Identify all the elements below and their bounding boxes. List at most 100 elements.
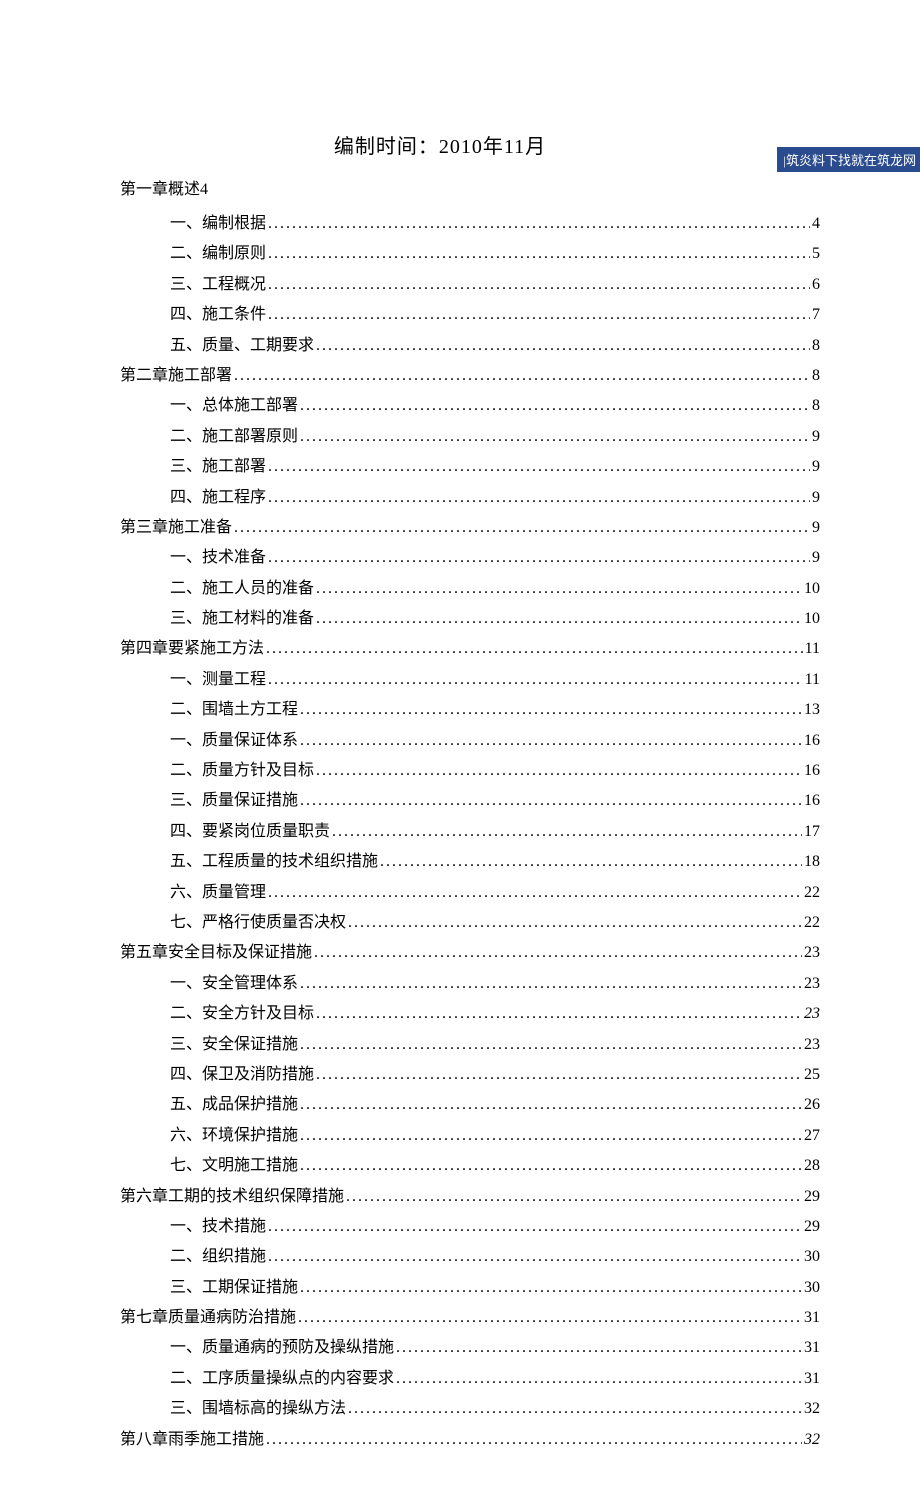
toc-leader-dots xyxy=(268,209,810,239)
toc-leader-dots xyxy=(396,1364,802,1394)
toc-leader-dots xyxy=(300,1121,802,1151)
toc-sub-row: 五、工程质量的技术组织措施 18 xyxy=(170,847,820,877)
toc-entry-label: 一、测量工程 xyxy=(170,665,266,695)
toc-leader-dots xyxy=(380,847,802,877)
toc-sub-row: 一、质量保证体系 16 xyxy=(170,726,820,756)
toc-entry-label: 二、组织措施 xyxy=(170,1242,266,1272)
toc-entry-label: 二、施工部署原则 xyxy=(170,422,298,452)
toc-leader-dots xyxy=(348,1394,802,1424)
toc-sub-row: 五、成品保护措施26 xyxy=(170,1090,820,1120)
toc-page-number: 8 xyxy=(812,331,820,361)
toc-sub-row: 一、安全管理体系23 xyxy=(170,969,820,999)
toc-leader-dots xyxy=(268,452,810,482)
toc-page-number: 10 xyxy=(804,604,820,634)
toc-sub-row: 二、编制原则5 xyxy=(170,239,820,269)
toc-page-number: 7 xyxy=(812,300,820,330)
toc-leader-dots xyxy=(316,999,802,1029)
toc-leader-dots xyxy=(266,1425,802,1455)
toc-entry-label: 七、严格行使质量否决权 xyxy=(170,908,346,938)
toc-sub-row: 二、施工人员的准备10 xyxy=(170,574,820,604)
toc-page-number: 18 xyxy=(804,847,820,877)
toc-entry-label: 二、工序质量操纵点的内容要求 xyxy=(170,1364,394,1394)
toc-entry-label: 三、施工材料的准备 xyxy=(170,604,314,634)
toc-sub-row: 三、施工材料的准备 10 xyxy=(170,604,820,634)
toc-entry-label: 五、工程质量的技术组织措施 xyxy=(170,847,378,877)
toc-leader-dots xyxy=(268,1212,802,1242)
toc-chapter-row: 第二章施工部署 8 xyxy=(120,361,820,391)
toc-sub-row: 四、保卫及消防措施25 xyxy=(170,1060,820,1090)
toc-leader-dots xyxy=(346,1182,802,1212)
toc-chapter-row: 第三章施工准备9 xyxy=(120,513,820,543)
toc-entry-label: 六、环境保护措施 xyxy=(170,1121,298,1151)
toc-sub-row: 六、环境保护措施 27 xyxy=(170,1121,820,1151)
toc-sub-row: 三、工程概况6 xyxy=(170,270,820,300)
toc-page-number: 27 xyxy=(804,1121,820,1151)
toc-sub-row: 一、技术措施29 xyxy=(170,1212,820,1242)
toc-entry-label: 三、工期保证措施 xyxy=(170,1273,298,1303)
toc-sub-row: 二、工序质量操纵点的内容要求31 xyxy=(170,1364,820,1394)
toc-entry-label: 五、质量、工期要求 xyxy=(170,331,314,361)
toc-page-number: 16 xyxy=(804,726,820,756)
toc-sub-row: 二、组织措施 30 xyxy=(170,1242,820,1272)
toc-leader-dots xyxy=(266,634,803,664)
toc-sub-row: 四、施工程序9 xyxy=(170,483,820,513)
toc-sub-row: 三、质量保证措施16 xyxy=(170,786,820,816)
watermark-badge: |筑炎料下找就在筑龙网 xyxy=(777,147,920,172)
toc-entry-label: 第二章施工部署 xyxy=(120,361,232,391)
toc-sub-row: 二、安全方针及目标 23 xyxy=(170,999,820,1029)
toc-page-number: 30 xyxy=(804,1273,820,1303)
toc-page-number: 8 xyxy=(812,361,820,391)
toc-entry-label: 第五章安全目标及保证措施 xyxy=(120,938,312,968)
toc-entry-label: 六、质量管理 xyxy=(170,878,266,908)
toc-entry-label: 一、质量保证体系 xyxy=(170,726,298,756)
toc-page-number: 9 xyxy=(812,513,820,543)
toc-sub-row: 七、文明施工措施28 xyxy=(170,1151,820,1181)
toc-page-number: 17 xyxy=(804,817,820,847)
toc-entry-label: 二、围墙土方工程 xyxy=(170,695,298,725)
toc-leader-dots xyxy=(300,1030,802,1060)
toc-leader-dots xyxy=(300,422,810,452)
toc-page-number: 10 xyxy=(804,574,820,604)
toc-page-number: 32 xyxy=(804,1425,820,1455)
toc-entry-label: 二、安全方针及目标 xyxy=(170,999,314,1029)
toc-page-number: 31 xyxy=(804,1333,820,1363)
toc-leader-dots xyxy=(268,878,802,908)
toc-entry-label: 四、保卫及消防措施 xyxy=(170,1060,314,1090)
toc-leader-dots xyxy=(234,361,810,391)
toc-page-number: 23 xyxy=(804,999,820,1029)
toc-leader-dots xyxy=(300,695,802,725)
toc-page-number: 9 xyxy=(812,452,820,482)
toc-page-number: 9 xyxy=(812,422,820,452)
toc-entry-label: 五、成品保护措施 xyxy=(170,1090,298,1120)
toc-entry-label: 三、围墙标高的操纵方法 xyxy=(170,1394,346,1424)
toc-page-number: 8 xyxy=(812,391,820,421)
toc-page-number: 23 xyxy=(804,938,820,968)
toc-entry-label: 一、总体施工部署 xyxy=(170,391,298,421)
toc-sub-row: 四、施工条件7 xyxy=(170,300,820,330)
toc-page-number: 29 xyxy=(804,1182,820,1212)
toc-leader-dots xyxy=(268,300,810,330)
toc-sub-row: 一、总体施工部署 8 xyxy=(170,391,820,421)
first-chapter-heading: 第一章概述4 xyxy=(120,175,820,199)
toc-leader-dots xyxy=(268,270,810,300)
toc-page-number: 30 xyxy=(804,1242,820,1272)
toc-entry-label: 一、技术措施 xyxy=(170,1212,266,1242)
toc-page-number: 22 xyxy=(804,908,820,938)
toc-leader-dots xyxy=(314,938,802,968)
toc-leader-dots xyxy=(300,1273,802,1303)
toc-leader-dots xyxy=(396,1333,802,1363)
toc-leader-dots xyxy=(316,1060,802,1090)
toc-sub-row: 一、测量工程11 xyxy=(170,665,820,695)
toc-leader-dots xyxy=(316,574,802,604)
toc-leader-dots xyxy=(268,1242,802,1272)
toc-leader-dots xyxy=(332,817,802,847)
toc-page-number: 32 xyxy=(804,1394,820,1424)
toc-page-number: 4 xyxy=(812,209,820,239)
toc-entry-label: 一、质量通病的预防及操纵措施 xyxy=(170,1333,394,1363)
toc-entry-label: 第八章雨季施工措施 xyxy=(120,1425,264,1455)
toc-leader-dots xyxy=(316,604,802,634)
toc-sub-row: 二、施工部署原则 9 xyxy=(170,422,820,452)
toc-leader-dots xyxy=(300,786,802,816)
toc-entry-label: 三、安全保证措施 xyxy=(170,1030,298,1060)
toc-leader-dots xyxy=(300,391,810,421)
